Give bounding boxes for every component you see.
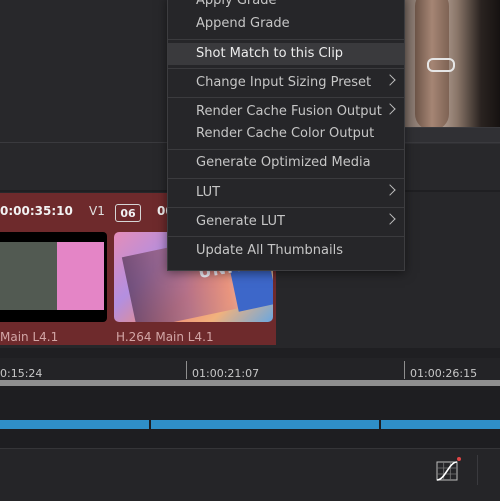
menu-item-label: LUT: [196, 185, 221, 200]
menu-item-label: Apply Grade: [196, 0, 277, 8]
notification-dot: [457, 457, 461, 461]
menu-item-shot-match[interactable]: Shot Match to this Clip: [168, 43, 404, 65]
menu-separator: [168, 68, 404, 69]
menu-separator: [168, 207, 404, 208]
menu-item-append-grade[interactable]: Append Grade: [168, 13, 404, 35]
chevron-right-icon: [384, 184, 396, 196]
menu-item-lut[interactable]: LUT: [168, 182, 404, 204]
menu-separator: [168, 236, 404, 237]
menu-item-label: Change Input Sizing Preset: [196, 75, 372, 90]
timeline-track-area[interactable]: [0, 386, 500, 448]
menu-item-update-all-thumbnails[interactable]: Update All Thumbnails: [168, 240, 404, 262]
menu-item-label: Render Cache Color Output: [196, 126, 375, 141]
menu-item-render-cache-fusion-output[interactable]: Render Cache Fusion Output: [168, 101, 404, 123]
clip-codec-label: Main L4.1: [0, 330, 59, 344]
menu-item-generate-optimized-media[interactable]: Generate Optimized Media: [168, 152, 404, 174]
menu-item-label: Append Grade: [196, 16, 290, 31]
menu-item-label: Render Cache Fusion Output: [196, 104, 382, 119]
menu-separator: [168, 178, 404, 179]
clip-codec-label: H.264 Main L4.1: [116, 330, 214, 344]
menu-item-apply-grade[interactable]: Apply Grade: [168, 0, 404, 12]
timeline-track[interactable]: [0, 420, 500, 429]
clip-boundary: [379, 420, 381, 429]
ruler-timecode: 0:15:24: [0, 367, 43, 380]
curves-icon[interactable]: [436, 461, 458, 481]
viewer-bracelet: [427, 58, 455, 72]
chevron-right-icon: [384, 74, 396, 86]
clip-track-label: V1: [89, 204, 105, 218]
clip-number-badge: 06: [115, 204, 141, 222]
menu-item-change-input-sizing-preset[interactable]: Change Input Sizing Preset: [168, 72, 404, 94]
menu-item-label: Generate Optimized Media: [196, 155, 371, 170]
thumbnail-shape: [0, 242, 57, 310]
ruler-tick: [186, 361, 187, 379]
ruler-timecode: 01:00:21:07: [192, 367, 260, 380]
chevron-right-icon: [384, 213, 396, 225]
clip-thumbnail[interactable]: [0, 232, 107, 322]
clip-timecode: 0:00:35:10: [0, 204, 73, 218]
menu-separator: [168, 97, 404, 98]
context-menu: Apply Grade Append Grade Shot Match to t…: [167, 0, 405, 271]
toolbar-separator: [477, 455, 478, 485]
clip-boundary: [149, 420, 151, 429]
menu-separator: [168, 39, 404, 40]
bottom-toolbar: [0, 448, 500, 501]
menu-item-generate-lut[interactable]: Generate LUT: [168, 211, 404, 233]
menu-separator: [168, 149, 404, 150]
menu-item-label: Shot Match to this Clip: [196, 46, 344, 61]
thumbnail-shape: [57, 242, 104, 310]
viewer-image: [405, 0, 500, 127]
chevron-right-icon: [384, 103, 396, 115]
menu-item-label: Update All Thumbnails: [196, 243, 343, 258]
ruler-tick: [404, 361, 405, 379]
ruler-timecode: 01:00:26:15: [410, 367, 478, 380]
menu-item-render-cache-color-output[interactable]: Render Cache Color Output: [168, 123, 404, 145]
menu-item-label: Generate LUT: [196, 214, 285, 229]
